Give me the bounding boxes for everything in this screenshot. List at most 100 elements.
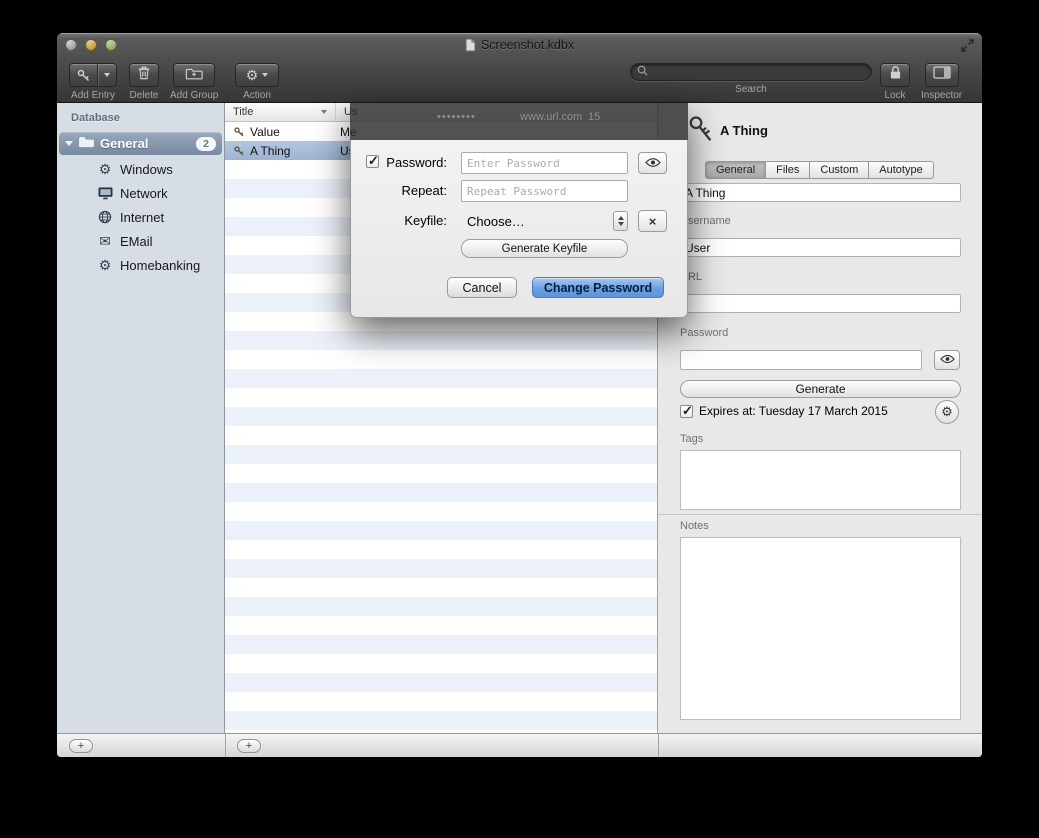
- add-entry-group: Add Entry: [69, 63, 117, 101]
- sidebar-item-email[interactable]: ✉ EMail: [57, 229, 224, 253]
- tags-label: Tags: [680, 433, 703, 445]
- sheet-dim-overlay: •••••••• www.url.com 15: [350, 103, 688, 140]
- eye-icon: [645, 156, 661, 171]
- dimmed-modified-text: 15: [588, 111, 600, 123]
- username-field[interactable]: [680, 238, 961, 257]
- delete-button[interactable]: [129, 63, 159, 87]
- chevron-down-icon: [104, 73, 110, 77]
- dialog-keyfile-label: Keyfile:: [350, 213, 447, 228]
- sidebar-item-network[interactable]: Network: [57, 181, 224, 205]
- inspector-label: Inspector: [921, 90, 962, 101]
- search-field[interactable]: [630, 63, 872, 81]
- tab-files[interactable]: Files: [766, 161, 810, 179]
- tab-custom[interactable]: Custom: [810, 161, 869, 179]
- sidebar-group-general[interactable]: General 2: [59, 132, 222, 155]
- gear-icon: ⚙: [97, 161, 113, 178]
- notes-field[interactable]: [680, 537, 961, 720]
- folder-icon: [78, 135, 95, 153]
- sort-indicator-icon: [321, 110, 327, 114]
- keyfile-popup-value: Choose…: [461, 214, 613, 229]
- section-divider: [658, 514, 982, 515]
- add-entry-dropdown[interactable]: [98, 64, 116, 86]
- inspector-panel: A Thing General Files Custom Autotype Us…: [658, 103, 982, 733]
- key-icon: [233, 145, 245, 157]
- add-entry-plus-button[interactable]: +: [237, 739, 261, 753]
- window-header: Screenshot.kdbx Add Entry: [57, 33, 982, 103]
- search-group: Search: [630, 63, 872, 95]
- expires-settings-gear-icon[interactable]: ⚙: [935, 400, 959, 424]
- lock-label: Lock: [884, 90, 905, 101]
- sidebar-section-header: Database: [71, 112, 120, 124]
- lock-group: Lock: [880, 63, 910, 101]
- change-password-sheet: •••••••• www.url.com 15 Password: Repeat…: [350, 103, 688, 318]
- globe-icon: [97, 210, 113, 224]
- sidebar-item-homebanking[interactable]: ⚙ Homebanking: [57, 253, 224, 277]
- tab-general[interactable]: General: [705, 161, 766, 179]
- fullscreen-icon[interactable]: [960, 38, 975, 53]
- document-icon: [465, 38, 476, 52]
- dialog-password-label: Password:: [350, 155, 447, 170]
- status-footer: + +: [57, 733, 982, 757]
- show-password-button[interactable]: [934, 350, 960, 370]
- add-group-plus-button[interactable]: +: [69, 739, 93, 753]
- disclosure-triangle-icon[interactable]: [65, 141, 73, 146]
- action-label: Action: [243, 90, 271, 101]
- expires-label: Expires at: Tuesday 17 March 2015: [699, 404, 888, 418]
- app-window: Screenshot.kdbx Add Entry: [57, 33, 982, 757]
- password-field[interactable]: [680, 350, 922, 370]
- action-group: ⚙ Action: [235, 63, 279, 101]
- chevron-down-icon: [262, 73, 268, 77]
- add-entry-label: Add Entry: [71, 90, 115, 101]
- title-field[interactable]: [680, 183, 961, 202]
- add-group-button[interactable]: [173, 63, 215, 87]
- new-password-input[interactable]: [461, 152, 628, 174]
- sidebar-item-windows[interactable]: ⚙ Windows: [57, 157, 224, 181]
- folder-plus-icon: [185, 66, 203, 85]
- lock-button[interactable]: [880, 63, 910, 87]
- url-field[interactable]: [680, 294, 961, 313]
- inspector-button[interactable]: [925, 63, 959, 87]
- trash-icon: [137, 65, 151, 85]
- envelope-icon: ✉: [97, 233, 113, 250]
- delete-group: Delete: [129, 63, 159, 101]
- tab-autotype[interactable]: Autotype: [869, 161, 933, 179]
- dialog-repeat-label: Repeat:: [350, 183, 447, 198]
- sidebar-group-label: General: [100, 136, 191, 151]
- gear-icon: ⚙: [97, 257, 113, 274]
- inspector-entry-title: A Thing: [720, 123, 768, 138]
- sidebar-item-internet[interactable]: Internet: [57, 205, 224, 229]
- gear-icon: ⚙: [246, 68, 259, 82]
- generate-keyfile-button[interactable]: Generate Keyfile: [461, 239, 628, 258]
- search-input[interactable]: [652, 66, 865, 78]
- expires-checkbox[interactable]: [680, 405, 693, 418]
- show-password-button[interactable]: [638, 152, 667, 174]
- group-count-badge: 2: [196, 137, 216, 151]
- delete-label: Delete: [130, 90, 159, 101]
- add-group-label: Add Group: [170, 90, 218, 101]
- sidebar: Database General 2 ⚙ Windows: [57, 103, 225, 733]
- repeat-password-input[interactable]: [461, 180, 628, 202]
- search-label: Search: [735, 84, 767, 95]
- key-icon: [70, 64, 97, 86]
- close-x-icon: ×: [649, 214, 657, 229]
- inspector-tabs: General Files Custom Autotype: [705, 161, 934, 179]
- add-entry-button[interactable]: [69, 63, 117, 87]
- window-title: Screenshot.kdbx: [481, 38, 574, 52]
- change-password-button[interactable]: Change Password: [532, 277, 664, 298]
- keyfile-popup[interactable]: Choose…: [461, 210, 628, 232]
- action-button[interactable]: ⚙: [235, 63, 279, 87]
- generate-password-button[interactable]: Generate: [680, 380, 961, 398]
- desktop: Screenshot.kdbx Add Entry: [0, 0, 1039, 838]
- notes-label: Notes: [680, 520, 709, 532]
- toolbar: Add Entry Delete: [57, 57, 982, 103]
- popup-stepper-icon[interactable]: [613, 211, 628, 231]
- tags-field[interactable]: [680, 450, 961, 510]
- inspector-panel-icon: [933, 66, 951, 84]
- key-icon: [686, 113, 716, 150]
- password-label: Password: [680, 327, 728, 339]
- column-header-title[interactable]: Title: [225, 103, 336, 121]
- clear-keyfile-button[interactable]: ×: [638, 210, 667, 232]
- titlebar[interactable]: Screenshot.kdbx: [57, 33, 982, 57]
- cancel-button[interactable]: Cancel: [447, 277, 517, 298]
- dimmed-url-text: www.url.com: [520, 111, 582, 123]
